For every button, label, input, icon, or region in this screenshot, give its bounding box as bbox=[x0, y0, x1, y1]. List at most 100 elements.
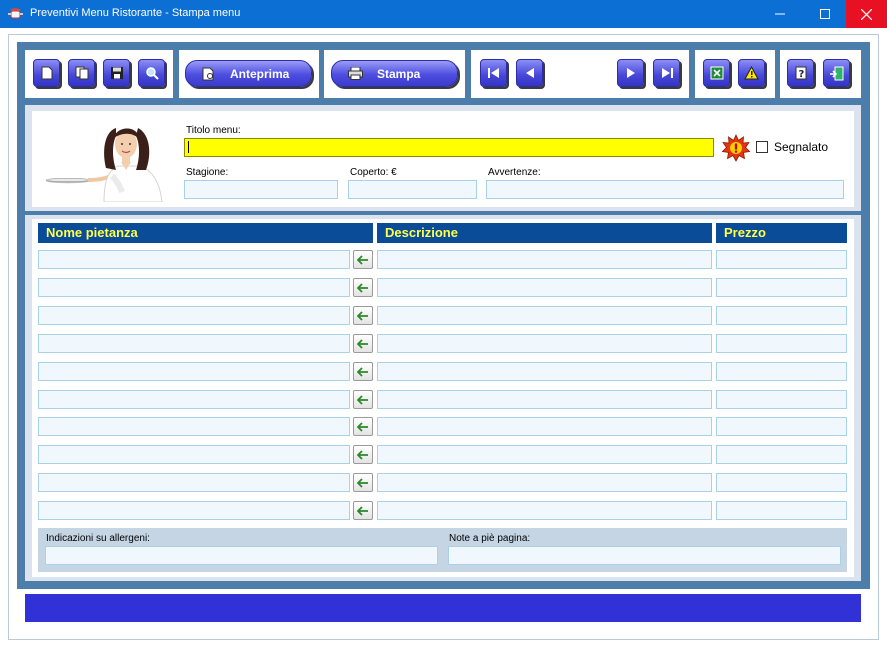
nome-pietanza-input[interactable] bbox=[38, 390, 350, 409]
avvertenze-label: Avvertenze: bbox=[488, 167, 541, 178]
insert-dish-button[interactable] bbox=[353, 250, 373, 269]
close-icon bbox=[861, 8, 872, 20]
arrow-left-green-icon bbox=[357, 366, 368, 377]
descrizione-input[interactable] bbox=[377, 306, 712, 325]
minimize-button[interactable] bbox=[760, 0, 800, 28]
arrow-left-green-icon bbox=[357, 477, 368, 488]
coperto-input[interactable] bbox=[348, 180, 477, 199]
arrow-left-green-icon bbox=[357, 310, 368, 321]
nome-pietanza-input[interactable] bbox=[38, 501, 350, 520]
arrow-left-icon bbox=[525, 68, 534, 78]
warning-button[interactable] bbox=[738, 59, 765, 87]
arrow-left-green-icon bbox=[357, 449, 368, 460]
next-record-button[interactable] bbox=[617, 59, 644, 87]
help-button[interactable]: ? bbox=[787, 59, 814, 87]
column-header-nome-pietanza: Nome pietanza bbox=[38, 223, 373, 243]
nome-pietanza-input[interactable] bbox=[38, 306, 350, 325]
column-header-prezzo: Prezzo bbox=[716, 223, 847, 243]
previous-record-button[interactable] bbox=[516, 59, 543, 87]
arrow-left-green-icon bbox=[357, 254, 368, 265]
preview-document-icon bbox=[202, 67, 216, 84]
descrizione-input[interactable] bbox=[377, 417, 712, 436]
arrow-left-green-icon bbox=[357, 421, 368, 432]
insert-dish-button[interactable] bbox=[353, 445, 373, 464]
descrizione-input[interactable] bbox=[377, 250, 712, 269]
print-button-label: Stampa bbox=[377, 67, 421, 81]
floppy-disk-icon bbox=[110, 67, 123, 79]
exit-button[interactable] bbox=[823, 59, 850, 87]
column-header-descrizione: Descrizione bbox=[377, 223, 712, 243]
titolo-menu-label: Titolo menu: bbox=[186, 125, 241, 136]
descrizione-input[interactable] bbox=[377, 334, 712, 353]
allergeni-label: Indicazioni su allergeni: bbox=[46, 533, 150, 544]
titolo-menu-input[interactable] bbox=[184, 138, 714, 157]
insert-dish-button[interactable] bbox=[353, 390, 373, 409]
nome-pietanza-input[interactable] bbox=[38, 278, 350, 297]
prezzo-input[interactable] bbox=[716, 445, 847, 464]
app-cooking-pot-icon bbox=[8, 7, 23, 21]
prezzo-input[interactable] bbox=[716, 501, 847, 520]
insert-dish-button[interactable] bbox=[353, 306, 373, 325]
skip-last-icon bbox=[661, 68, 673, 78]
descrizione-input[interactable] bbox=[377, 445, 712, 464]
descrizione-input[interactable] bbox=[377, 473, 712, 492]
descrizione-input[interactable] bbox=[377, 278, 712, 297]
nome-pietanza-input[interactable] bbox=[38, 362, 350, 381]
new-document-button[interactable] bbox=[33, 59, 60, 87]
excel-icon bbox=[710, 66, 723, 80]
first-record-button[interactable] bbox=[480, 59, 507, 87]
prezzo-input[interactable] bbox=[716, 473, 847, 492]
prezzo-input[interactable] bbox=[716, 250, 847, 269]
help-icon: ? bbox=[795, 66, 806, 80]
close-button[interactable] bbox=[846, 0, 887, 28]
insert-dish-button[interactable] bbox=[353, 501, 373, 520]
exit-door-icon bbox=[830, 66, 844, 80]
arrow-left-green-icon bbox=[357, 338, 368, 349]
arrow-right-icon bbox=[626, 68, 635, 78]
arrow-left-green-icon bbox=[357, 282, 368, 293]
insert-dish-button[interactable] bbox=[353, 417, 373, 436]
nome-pietanza-input[interactable] bbox=[38, 445, 350, 464]
search-button[interactable] bbox=[138, 59, 165, 87]
nome-pietanza-input[interactable] bbox=[38, 417, 350, 436]
text-caret bbox=[188, 141, 189, 153]
maximize-icon bbox=[820, 9, 830, 19]
allergeni-input[interactable] bbox=[45, 546, 438, 565]
nome-pietanza-input[interactable] bbox=[38, 473, 350, 492]
segnalato-checkbox[interactable] bbox=[756, 141, 768, 153]
stagione-input[interactable] bbox=[184, 180, 338, 199]
prezzo-input[interactable] bbox=[716, 306, 847, 325]
insert-dish-button[interactable] bbox=[353, 334, 373, 353]
nome-pietanza-input[interactable] bbox=[38, 250, 350, 269]
copy-document-button[interactable] bbox=[68, 59, 95, 87]
descrizione-input[interactable] bbox=[377, 501, 712, 520]
print-button[interactable]: Stampa bbox=[331, 60, 458, 87]
copy-icon bbox=[75, 66, 88, 80]
segnalato-label: Segnalato bbox=[774, 140, 829, 154]
insert-dish-button[interactable] bbox=[353, 362, 373, 381]
preview-button[interactable]: Anteprima bbox=[185, 60, 312, 87]
avvertenze-input[interactable] bbox=[486, 180, 844, 199]
save-button[interactable] bbox=[103, 59, 130, 87]
prezzo-input[interactable] bbox=[716, 390, 847, 409]
descrizione-input[interactable] bbox=[377, 390, 712, 409]
arrow-left-green-icon bbox=[357, 505, 368, 516]
alert-burst-icon[interactable] bbox=[721, 134, 751, 162]
last-record-button[interactable] bbox=[653, 59, 680, 87]
prezzo-input[interactable] bbox=[716, 417, 847, 436]
status-bar bbox=[25, 594, 861, 622]
coperto-label: Coperto: € bbox=[350, 167, 397, 178]
prezzo-input[interactable] bbox=[716, 334, 847, 353]
excel-export-button[interactable] bbox=[703, 59, 730, 87]
insert-dish-button[interactable] bbox=[353, 473, 373, 492]
maximize-button[interactable] bbox=[805, 0, 845, 28]
prezzo-input[interactable] bbox=[716, 278, 847, 297]
insert-dish-button[interactable] bbox=[353, 278, 373, 297]
nome-pietanza-input[interactable] bbox=[38, 334, 350, 353]
magnifier-icon bbox=[145, 67, 159, 80]
prezzo-input[interactable] bbox=[716, 362, 847, 381]
skip-first-icon bbox=[487, 68, 499, 78]
new-document-icon bbox=[41, 66, 52, 80]
note-pie-pagina-input[interactable] bbox=[448, 546, 841, 565]
descrizione-input[interactable] bbox=[377, 362, 712, 381]
